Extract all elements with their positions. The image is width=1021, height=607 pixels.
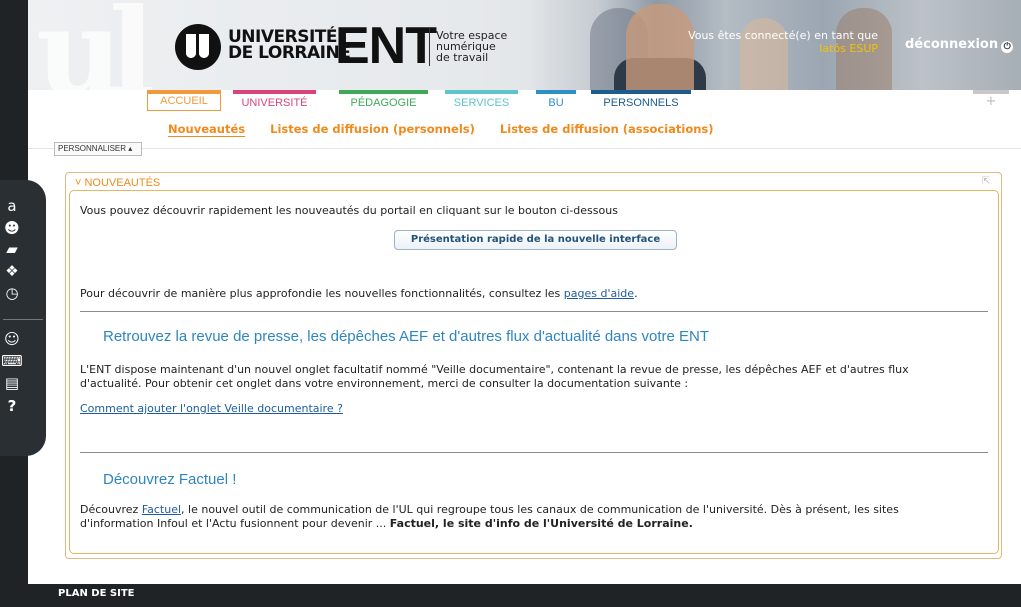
tagline: Votre espace numérique de travail [436, 30, 507, 63]
ent-logo[interactable]: ENT [335, 16, 437, 76]
subnav-nouveautes[interactable]: Nouveautés [168, 122, 245, 136]
section-factuel-text-1: Découvrez Factuel, le nouvel outil de co… [80, 503, 899, 517]
veille-doc-link[interactable]: Comment ajouter l'onglet Veille document… [80, 402, 343, 415]
clock-icon[interactable]: ◷ [0, 283, 24, 303]
add-tab-button[interactable]: + [973, 90, 1009, 110]
header: ul UNIVERSITÉ DE LORRAINE ENT Votre espa… [28, 0, 1021, 90]
intro-text: Vous pouvez découvrir rapidement les nou… [80, 204, 618, 217]
subnav-divider [28, 148, 1021, 149]
help-text: Pour découvrir de manière plus approfond… [80, 287, 561, 300]
subnav-listes-associations[interactable]: Listes de diffusion (associations) [500, 122, 714, 136]
left-dock: a ☻ ▰ ❖ ◷ ☺ ⌨ ▤ ? [0, 180, 46, 456]
connected-user: Iatôs ESUP [819, 42, 878, 55]
tab-services[interactable]: SERVICES [445, 90, 518, 111]
laptop-icon[interactable]: ⌨ [0, 351, 24, 371]
section-factuel-text-2: d'information Infoul et l'Actu fusionnen… [80, 517, 693, 531]
amazon-icon[interactable]: a [0, 196, 24, 216]
veille-doc-link-wrap: Comment ajouter l'onglet Veille document… [80, 402, 343, 416]
main-tabs: ACCUEIL UNIVERSITÉ PÉDAGOGIE SERVICES BU… [28, 90, 1021, 111]
user-icon[interactable]: ☻ [0, 218, 24, 238]
tagline-line-3: de travail [436, 51, 489, 64]
portlet-title[interactable]: ˅ NOUVEAUTÉS [75, 177, 160, 189]
dock-divider [3, 319, 43, 320]
factuel-text-2: d'information Infoul et l'Actu fusionnen… [80, 517, 387, 530]
page: ul UNIVERSITÉ DE LORRAINE ENT Votre espa… [28, 0, 1021, 607]
section-veille-text-2: d'actualité. Pour obtenir cet onglet dan… [80, 377, 689, 390]
logout-button[interactable]: déconnexion ⏻ [905, 37, 1014, 53]
section-veille-title: Retrouvez la revue de presse, les dépêch… [103, 328, 710, 345]
logo-divider [429, 28, 430, 66]
tab-bu[interactable]: BU [536, 90, 576, 111]
factuel-text-1: , le nouvel outil de communication de l'… [181, 503, 899, 516]
tab-universite[interactable]: UNIVERSITÉ [233, 90, 316, 111]
ul-logo-icon[interactable] [175, 24, 221, 70]
sub-navigation: Nouveautés Listes de diffusion (personne… [168, 122, 735, 138]
ul-watermark: ul [36, 0, 155, 90]
personnaliser-button[interactable]: PERSONNALISER ▴ [54, 142, 142, 156]
plan-de-site-link[interactable]: PLAN DE SITE [28, 584, 1021, 607]
person-icon[interactable]: ☺ [0, 329, 24, 349]
tab-accueil[interactable]: ACCUEIL [147, 90, 221, 111]
connected-as: Vous êtes connecté(e) en tant que Iatôs … [658, 29, 878, 55]
university-line-2: DE LORRAINE [228, 43, 351, 63]
section-divider-1 [80, 311, 988, 312]
help-icon[interactable]: ? [0, 396, 24, 416]
card-icon[interactable]: ▰ [0, 239, 24, 259]
news-icon[interactable]: ▤ [0, 373, 24, 393]
subnav-listes-personnels[interactable]: Listes de diffusion (personnels) [270, 122, 475, 136]
presentation-button[interactable]: Présentation rapide de la nouvelle inter… [394, 230, 677, 250]
tab-pedagogie[interactable]: PÉDAGOGIE [339, 90, 428, 111]
section-divider-2 [80, 452, 988, 453]
pin-icon[interactable]: ⇱ [982, 176, 990, 187]
section-factuel-title: Découvrez Factuel ! [103, 471, 237, 488]
puzzle-icon[interactable]: ❖ [0, 261, 24, 281]
factuel-link[interactable]: Factuel [142, 503, 181, 516]
help-pages-link[interactable]: pages d'aide [564, 287, 634, 300]
power-icon: ⏻ [1001, 41, 1014, 53]
logout-label: déconnexion [905, 37, 999, 52]
connected-label: Vous êtes connecté(e) en tant que [688, 29, 878, 42]
factuel-bold: Factuel, le site d'info de l'Université … [389, 517, 693, 530]
university-name[interactable]: UNIVERSITÉ DE LORRAINE [228, 29, 351, 63]
factuel-pre: Découvrez [80, 503, 139, 516]
section-veille-text-1: L'ENT dispose maintenant d'un nouvel ong… [80, 363, 909, 376]
help-end: . [634, 287, 638, 300]
tab-personnels[interactable]: PERSONNELS [591, 90, 691, 111]
help-paragraph: Pour découvrir de manière plus approfond… [80, 287, 638, 301]
